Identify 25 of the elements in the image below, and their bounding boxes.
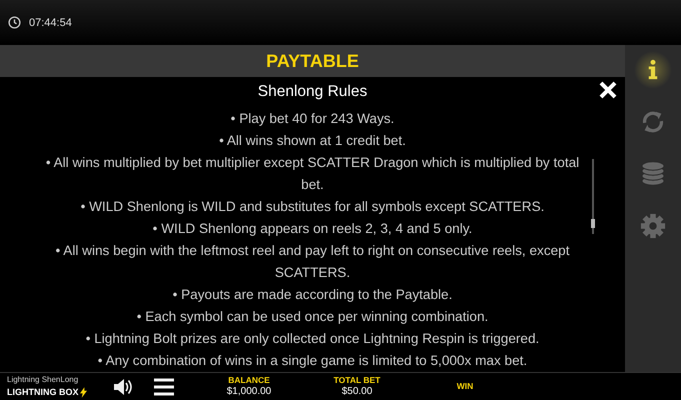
rule-text: • Payouts are made according to the Paytable. — [172, 286, 454, 304]
coin-stack-icon — [641, 161, 665, 187]
rule-text: • Play bet 40 for 243 Ways. — [230, 110, 396, 128]
stat-value: $1,000.00 — [226, 386, 272, 397]
rule-text: • All wins shown at 1 credit bet. — [218, 132, 407, 150]
settings-icon — [640, 213, 666, 239]
rule-text: • All wins begin with the leftmost reel and pay left to right on consecutive reels, except SCATTERS. — [54, 242, 571, 282]
rule-text: • WILD Shenlong appears on reels 2, 3, 4 and 5 only. — [152, 220, 474, 238]
rule-text: • Each symbol can be used once per winning combination. — [136, 308, 490, 326]
rule-text: • Lightning Bolt prizes are only collected once Lightning Respin is triggered. — [84, 330, 540, 348]
paytable-title: PAYTABLE — [266, 50, 359, 72]
stat-label: TOTAL BET — [334, 376, 380, 386]
stat-label: BALANCE — [228, 376, 270, 386]
rule-text: • WILD Shenlong is WILD and substitutes for all symbols except SCATTERS. — [80, 198, 546, 216]
clock-icon — [8, 16, 21, 29]
game-name: Lightning ShenLong — [7, 376, 80, 384]
rules-title: Shenlong Rules — [256, 82, 368, 102]
stat-label: WIN — [456, 382, 474, 392]
clock-time: 07:44:54 — [29, 16, 72, 28]
brand-logo: LIGHTNING BOX — [7, 386, 99, 398]
refresh-icon — [640, 109, 666, 135]
rule-text: • All wins multiplied by bet multiplier except SCATTER Dragon which is multiplied by total bet. — [44, 154, 580, 194]
rule-text: • Any combination of wins in a single game is limited to 5,000x max bet. — [96, 352, 528, 370]
scrollbar[interactable] — [592, 159, 594, 234]
stat-value: $50.00 — [342, 386, 372, 397]
